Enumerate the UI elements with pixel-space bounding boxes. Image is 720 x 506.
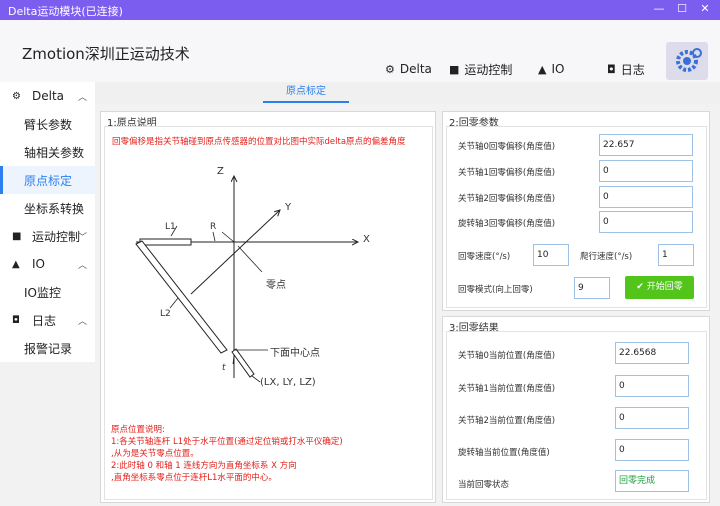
homing-status-label: 当前回零状态 <box>458 480 510 490</box>
nav-log[interactable]: ◘ 日志 <box>607 60 645 78</box>
note-line: 原点位置说明: <box>111 425 165 435</box>
delta-origin-diagram <box>135 150 424 383</box>
axis3-offset-label: 旋转轴3回零偏移(角度值) <box>458 219 556 229</box>
minimize-button[interactable]: — <box>652 2 666 16</box>
gear-icon: ⚙ <box>385 62 395 76</box>
diagram-r-label: R <box>210 222 217 232</box>
creep-speed-input[interactable]: 1 <box>658 244 694 266</box>
nav-label: Delta <box>399 62 432 76</box>
start-homing-label: 开始回零 <box>646 282 683 292</box>
sidebar-item-coordinate-transform[interactable]: 坐标系转换 <box>0 194 95 222</box>
start-homing-button[interactable]: ✔ 开始回零 <box>625 276 694 299</box>
camera-icon: ◘ <box>607 62 616 76</box>
gear-icon: ⚙ <box>12 90 21 102</box>
axis3-offset-input[interactable]: 0 <box>599 211 693 233</box>
homing-speed-label: 回零速度(°/s) <box>458 252 511 262</box>
tab-strip: 原点标定 <box>95 82 720 104</box>
axis0-offset-label: 关节轴0回零偏移(角度值) <box>458 142 556 152</box>
tab-origin-calibration[interactable]: 原点标定 <box>263 83 349 103</box>
diagram-zero-label: 零点 <box>266 280 286 291</box>
windows-icon: ■ <box>12 230 22 242</box>
nav-label: IO <box>551 62 565 76</box>
sidebar-group-delta[interactable]: ⚙ Delta ︿ <box>0 82 95 110</box>
note-line: 2:此时轴 0 和轴 1 连线方向为直角坐标系 X 方向 <box>111 461 297 471</box>
note-line: ,从为是关节零点位置。 <box>111 449 199 459</box>
homing-mode-input[interactable]: 9 <box>574 277 610 299</box>
homing-mode-label: 回零模式(向上回零) <box>458 285 533 295</box>
nav-delta[interactable]: ⚙ Delta <box>385 60 432 78</box>
sidebar-item-arm-length[interactable]: 臂长参数 <box>0 110 95 138</box>
diagram-y-label: Y <box>285 202 292 213</box>
sidebar-group-label: 日志 <box>32 313 57 328</box>
nav-motion-control[interactable]: ■ 运动控制 <box>449 60 512 78</box>
axis2-offset-label: 关节轴2回零偏移(角度值) <box>458 194 556 204</box>
sidebar-item-alarm-log[interactable]: 报警记录 <box>0 334 95 362</box>
homing-status-field: 回零完成 <box>615 470 689 492</box>
axis1-offset-label: 关节轴1回零偏移(角度值) <box>458 168 556 178</box>
sidebar-group-label: IO <box>32 257 45 271</box>
nav-label: 运动控制 <box>464 62 513 77</box>
axis2-position-field: 0 <box>615 407 689 429</box>
homing-offset-description: 回零偏移是指关节轴碰到原点传感器的位置对比图中实际delta原点的偏差角度 <box>112 137 406 147</box>
sidebar-item-io-monitor[interactable]: IO监控 <box>0 278 95 306</box>
chevron-up-icon: ︿ <box>77 92 87 103</box>
diagram-t-label: t <box>222 363 226 373</box>
nav-io[interactable]: ▲ IO <box>538 60 564 78</box>
axis0-position-field: 22.6568 <box>615 342 689 364</box>
sidebar-item-origin-calibration[interactable]: 原点标定 <box>0 166 95 194</box>
axis0-offset-input[interactable]: 22.657 <box>599 134 693 156</box>
axis2-offset-input[interactable]: 0 <box>599 186 693 208</box>
sidebar-group-label: 运动控制 <box>32 229 81 244</box>
axis1-position-label: 关节轴1当前位置(角度值) <box>458 384 556 394</box>
chevron-up-icon: ︿ <box>77 316 87 327</box>
chevron-down-icon: ﹀ <box>77 232 87 243</box>
creep-speed-label: 爬行速度(°/s) <box>580 252 633 262</box>
sidebar-group-log[interactable]: ◘ 日志 ︿ <box>0 306 95 334</box>
sidebar-item-axis-params[interactable]: 轴相关参数 <box>0 138 95 166</box>
note-line: ,直角坐标系零点位于连杆L1水平面的中心。 <box>111 473 277 483</box>
diagram-z-label: Z <box>217 166 224 177</box>
sidebar-group-label: Delta <box>32 89 65 103</box>
axis0-position-label: 关节轴0当前位置(角度值) <box>458 351 556 361</box>
diagram-coords-label: (LX, LY, LZ) <box>260 377 316 388</box>
diagram-bottom-center-label: 下面中心点 <box>270 348 320 359</box>
camera-icon: ◘ <box>12 314 20 326</box>
diagram-x-label: X <box>363 234 370 245</box>
brand-title: Zmotion深圳正运动技术 <box>22 45 190 63</box>
nav-label: 日志 <box>620 62 645 77</box>
app-header: Zmotion深圳正运动技术 ⚙ Delta ■ 运动控制 ▲ IO ◘ 日志 <box>0 20 720 82</box>
axis2-position-label: 关节轴2当前位置(角度值) <box>458 416 556 426</box>
homing-speed-input[interactable]: 10 <box>533 244 569 266</box>
chart-icon: ▲ <box>538 62 547 76</box>
axis3-position-label: 旋转轴当前位置(角度值) <box>458 448 550 458</box>
chart-icon: ▲ <box>12 258 20 270</box>
diagram-l1-label: L1 <box>165 222 176 232</box>
sidebar-group-io[interactable]: ▲ IO ︿ <box>0 250 95 278</box>
windows-icon: ■ <box>449 62 460 76</box>
note-line: 1:各关节轴连杆 L1处于水平位置(通过定位销或打水平仪确定) <box>111 437 343 447</box>
title-bar: Delta运动模块(已连接) — ☐ ✕ <box>0 0 720 20</box>
sidebar: ⚙ Delta ︿ 臂长参数 轴相关参数 原点标定 坐标系转换 ■ 运动控制 ﹀… <box>0 82 95 362</box>
window-title: Delta运动模块(已连接) <box>8 5 123 18</box>
maximize-button[interactable]: ☐ <box>675 2 689 16</box>
chevron-up-icon: ︿ <box>77 260 87 271</box>
sidebar-group-motion-control[interactable]: ■ 运动控制 ﹀ <box>0 222 95 250</box>
axis1-offset-input[interactable]: 0 <box>599 160 693 182</box>
axis1-position-field: 0 <box>615 375 689 397</box>
check-icon: ✔ <box>636 282 644 292</box>
diagram-l2-label: L2 <box>160 309 171 319</box>
settings-button[interactable] <box>666 42 708 80</box>
close-button[interactable]: ✕ <box>698 2 712 16</box>
origin-notes: 原点位置说明: 1:各关节轴连杆 L1处于水平位置(通过定位销或打水平仪确定) … <box>111 424 343 484</box>
axis3-position-field: 0 <box>615 439 689 461</box>
settings-icon <box>676 48 702 72</box>
